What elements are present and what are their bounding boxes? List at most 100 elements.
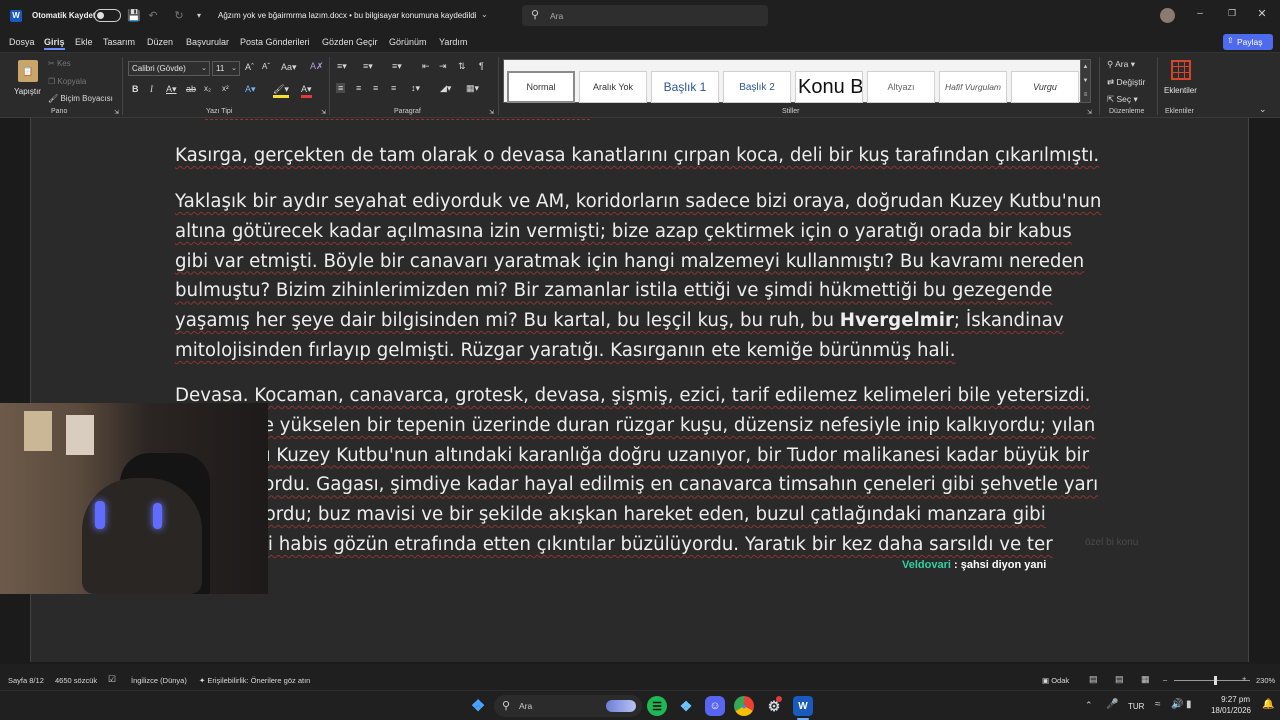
quick-access-chevron-icon[interactable]: ▾ [194,9,204,21]
grow-font-icon[interactable]: Aˆ [245,62,254,72]
tab-gorunum[interactable]: Görünüm [389,37,427,47]
line-spacing-icon[interactable]: ↕▾ [411,83,420,94]
shrink-font-icon[interactable]: Aˇ [262,62,270,71]
paste-button[interactable]: 📋 Yapıştır [12,58,44,104]
undo-icon[interactable]: ↶ [146,8,160,22]
redo-icon[interactable]: ↻ [172,8,186,22]
page-counter[interactable]: Sayfa 8/12 [8,676,44,685]
zoom-slider-thumb[interactable] [1214,676,1217,685]
subscript-icon[interactable]: x₂ [204,84,211,93]
numbering-icon[interactable]: ≡▾ [363,61,373,72]
word-taskbar-icon[interactable]: W [793,696,813,716]
word-count[interactable]: 4650 sözcük [55,676,97,685]
print-layout-icon[interactable]: ▤ [1115,674,1124,685]
clear-format-icon[interactable]: A✗ [310,61,324,72]
paragraph-3[interactable]: Devasa. Kocaman, canavarca, grotesk, dev… [175,381,1110,561]
tab-basvurular[interactable]: Başvurular [186,37,229,47]
zoom-level[interactable]: 230% [1256,676,1275,685]
font-launcher-icon[interactable]: ⇲ [321,109,326,116]
clipboard-launcher-icon[interactable]: ⇲ [114,109,119,116]
text-effects-icon[interactable]: A▾ [245,84,256,95]
style-subtle-emphasis[interactable]: Hafif Vurgulam [939,71,1007,103]
style-title[interactable]: Konu B [795,71,863,103]
start-icon[interactable]: ❖ [468,696,488,716]
format-painter-button[interactable]: 🖌 Biçim Boyacısı [48,94,113,103]
language-tray[interactable]: TUR [1128,702,1144,711]
styles-scroll[interactable]: ▲ ▼ ≡ [1080,59,1091,103]
tab-posta[interactable]: Posta Gönderileri [240,37,310,47]
font-size-select[interactable]: 11 ⌄ [212,61,240,76]
paragraph-2[interactable]: Yaklaşık bir aydır seyahat ediyorduk ve … [175,187,1110,366]
find-button[interactable]: ⚲ Ara ▾ [1107,59,1135,70]
tab-yardim[interactable]: Yardım [439,37,467,47]
copy-button[interactable]: ❐ Kopyala [48,77,86,86]
tab-gozden-gecir[interactable]: Gözden Geçir [322,37,378,47]
replace-button[interactable]: ⇄ Değiştir [1107,77,1145,88]
close-icon[interactable]: ✕ [1256,7,1268,20]
user-avatar[interactable] [1160,8,1175,23]
increase-indent-icon[interactable]: ⇥ [439,61,447,72]
vpn-icon[interactable]: ❖ [676,696,696,716]
style-heading-1[interactable]: Başlık 1 [651,71,719,103]
discord-icon[interactable]: ☺ [705,696,725,716]
microphone-icon[interactable]: 🎤 [1106,699,1118,710]
highlight-icon[interactable]: 🖌▾ [273,84,289,98]
focus-button[interactable]: ▣ Odak [1042,676,1069,685]
ribbon-collapse-icon[interactable]: ⌄ [1259,104,1267,115]
clock-date[interactable]: 18/01/2026 [1205,706,1251,715]
cut-button[interactable]: ✂ Kes [48,59,71,68]
sort-icon[interactable]: ⇅ [458,61,466,72]
maximize-icon[interactable]: ❐ [1226,8,1238,19]
decrease-indent-icon[interactable]: ⇤ [422,61,430,72]
share-button[interactable]: ⇧ Paylaş [1223,34,1273,50]
zoom-out-icon[interactable]: – [1163,675,1167,684]
tab-ekle[interactable]: Ekle [75,37,93,47]
title-chevron-down-icon[interactable]: ⌄ [481,10,488,19]
justify-icon[interactable]: ≡ [391,83,396,93]
tab-giris[interactable]: Giriş [44,37,65,50]
styles-launcher-icon[interactable]: ⇲ [1087,109,1092,116]
align-left-icon[interactable]: ≡ [336,83,346,93]
document-title[interactable]: Ağzım yok ve bğairmrma lazım.docx • bu b… [218,11,476,20]
battery-icon[interactable]: ▮ [1186,699,1192,710]
save-icon[interactable]: 💾 [127,8,141,22]
superscript-icon[interactable]: x² [222,84,229,93]
style-subtitle[interactable]: Altyazı [867,71,935,103]
chevron-up-icon[interactable]: ⌃ [1085,700,1093,711]
underline-icon[interactable]: A▾ [166,84,177,95]
clock-time[interactable]: 9:27 pm [1210,695,1250,704]
bullets-icon[interactable]: ≡▾ [337,61,347,72]
chrome-icon[interactable]: ● [734,696,754,716]
tab-duzen[interactable]: Düzen [147,37,173,47]
align-center-icon[interactable]: ≡ [356,83,361,93]
autosave-toggle[interactable] [94,9,121,22]
style-normal[interactable]: Normal [507,71,575,103]
addins-button[interactable]: Eklentiler [1162,58,1200,104]
tab-tasarim[interactable]: Tasarım [103,37,135,47]
shading-icon[interactable]: ◢▾ [440,83,451,94]
web-layout-icon[interactable]: ▦ [1141,674,1150,685]
notifications-icon[interactable]: 🔔 [1262,699,1274,710]
strikethrough-icon[interactable]: ab [186,84,196,94]
zoom-in-icon[interactable]: + [1242,674,1246,683]
tab-dosya[interactable]: Dosya [9,37,35,47]
multilevel-list-icon[interactable]: ≡▾ [392,61,402,72]
borders-icon[interactable]: ▦▾ [466,83,479,94]
zoom-slider[interactable] [1174,676,1250,685]
style-emphasis[interactable]: Vurgu [1011,71,1079,103]
proofing-icon[interactable]: ☑ [108,674,116,685]
read-mode-icon[interactable]: ▤ [1089,674,1098,685]
show-marks-icon[interactable]: ¶ [479,61,484,71]
style-no-spacing[interactable]: Aralık Yok [579,71,647,103]
wifi-icon[interactable]: ≈ [1155,699,1161,710]
accessibility-status[interactable]: ✦ Erişilebilirlik: Önerilere göz atın [199,676,310,685]
style-heading-2[interactable]: Başlık 2 [723,71,791,103]
minimize-icon[interactable]: – [1194,8,1206,19]
language-indicator[interactable]: İngilizce (Dünya) [131,676,187,685]
select-button[interactable]: ⇱ Seç ▾ [1107,94,1138,105]
spotify-icon[interactable]: ☰ [647,696,667,716]
paragraph-launcher-icon[interactable]: ⇲ [489,109,494,116]
volume-icon[interactable]: 🔊 [1171,699,1183,710]
paragraph-1[interactable]: Kasırga, gerçekten de tam olarak o devas… [175,141,1110,171]
align-right-icon[interactable]: ≡ [373,83,378,93]
